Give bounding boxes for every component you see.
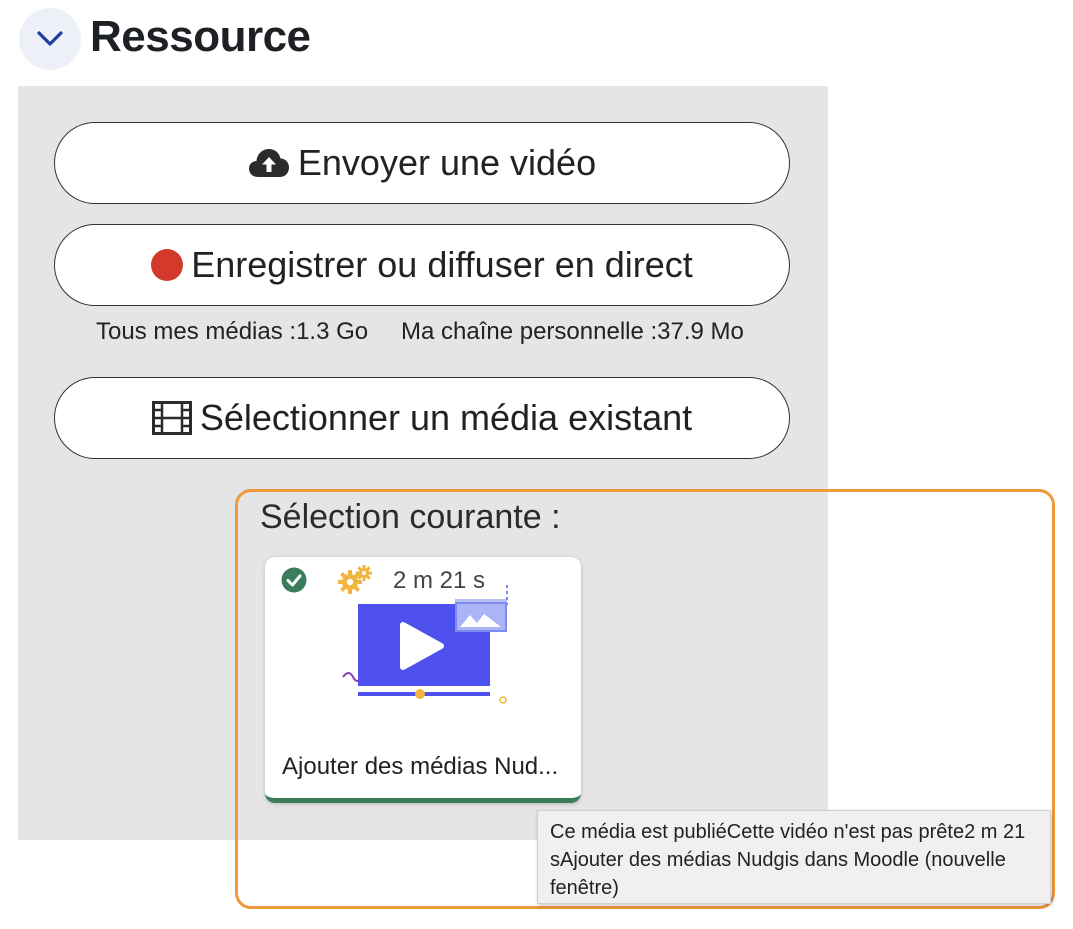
upload-video-label: Envoyer une vidéo (297, 142, 597, 183)
select-existing-media-button[interactable]: Sélectionner un média existant (54, 377, 790, 459)
all-media-quota: Tous mes médias :1.3 Go (96, 318, 369, 345)
cloud-upload-icon (248, 149, 289, 177)
select-existing-media-label: Sélectionner un média existant (199, 397, 693, 438)
record-live-button[interactable]: Enregistrer ou diffuser en direct (54, 224, 790, 306)
media-tooltip: Ce média est publiéCette vidéo n'est pas… (537, 810, 1051, 904)
media-card[interactable]: 2 m 21 s Ajouter des médias Nud... (265, 557, 581, 803)
record-live-label: Enregistrer ou diffuser en direct (191, 244, 693, 285)
collapse-section-button[interactable] (19, 8, 81, 70)
check-circle-icon (281, 567, 307, 593)
current-selection-label: Sélection courante : (260, 498, 561, 536)
film-icon (151, 401, 192, 435)
record-dot-icon (151, 249, 184, 281)
chevron-down-icon (37, 31, 63, 46)
media-duration: 2 m 21 s (393, 567, 486, 594)
section-title: Ressource (90, 12, 311, 61)
gears-icon (338, 565, 372, 594)
upload-video-button[interactable]: Envoyer une vidéo (54, 122, 790, 204)
media-title[interactable]: Ajouter des médias Nud... (282, 753, 572, 781)
personal-channel-quota: Ma chaîne personnelle :37.9 Mo (401, 318, 744, 345)
